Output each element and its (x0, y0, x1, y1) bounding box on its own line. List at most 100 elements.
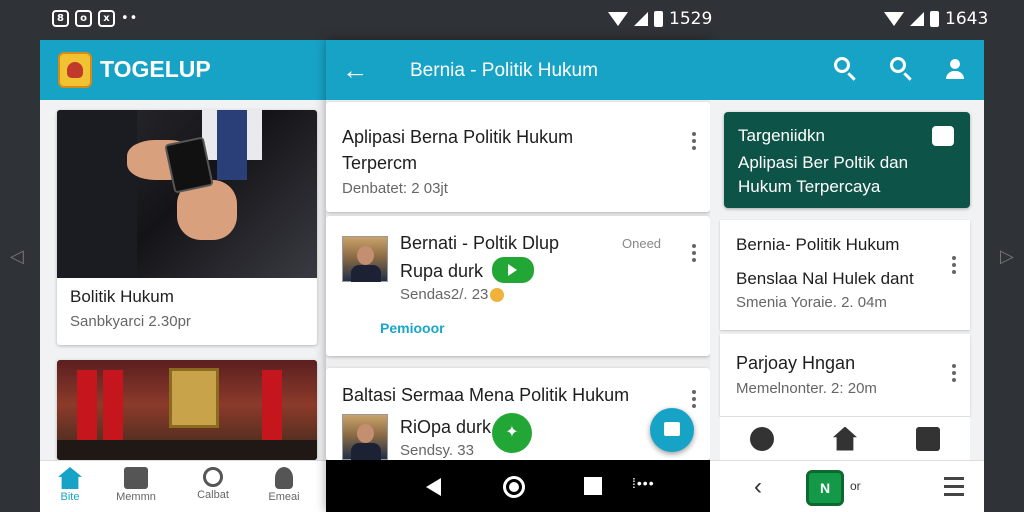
thumbnail (342, 236, 388, 282)
nav-item-account[interactable]: Emeai (254, 465, 314, 503)
notification-dots: •• (121, 11, 139, 26)
chevron-right-icon[interactable]: ▷ (1000, 246, 1014, 267)
play-icon (508, 264, 517, 276)
sparkle-button[interactable]: ✦ (492, 413, 532, 453)
nav-item-news[interactable]: Memmn (106, 465, 166, 503)
bottom-label: or (850, 479, 861, 493)
app-logo-icon[interactable]: N (806, 470, 844, 506)
person-icon (275, 467, 293, 489)
home-icon[interactable] (832, 426, 857, 451)
nav-label: Emeai (268, 491, 300, 503)
thumbnail (342, 414, 388, 460)
card-subtitle: Sanbkyarci 2.30pr (70, 313, 191, 330)
list-item[interactable]: Aplipasi Berna Politik Hukum Terpercm De… (326, 102, 710, 212)
back-arrow-icon[interactable]: ← (342, 55, 368, 86)
app-bar: TOGELUP (40, 40, 326, 100)
nav-label: Calbat (197, 489, 229, 501)
badge-icon (932, 126, 954, 146)
wifi-icon (608, 12, 628, 26)
brand-name: TOGELUP (100, 56, 211, 82)
person-icon[interactable] (942, 55, 968, 83)
search-icon[interactable] (832, 55, 858, 83)
more-vertical-icon[interactable] (952, 364, 956, 385)
more-vertical-icon[interactable] (692, 244, 696, 265)
system-recents-icon[interactable] (584, 477, 602, 495)
item-title: Aplipasi Berna Politik Hukum (342, 127, 574, 147)
more-vertical-icon[interactable] (692, 390, 696, 411)
action-bar (720, 416, 970, 460)
chevron-left-icon[interactable]: ◁ (10, 246, 24, 267)
system-navigation-bar: ⁞••• (326, 460, 710, 512)
hamburger-menu-icon[interactable] (944, 477, 964, 501)
list-item[interactable]: Bernia- Politik Hukum Benslaa Nal Hulek … (720, 220, 970, 330)
page-title: Bernia - Politik Hukum (410, 60, 598, 81)
status-middle: 1529 (608, 9, 712, 29)
chat-icon (664, 422, 680, 436)
item-title: Bernia- Politik Hukum (736, 235, 900, 254)
item-subtitle: Memelnonter. 2: 20m (736, 380, 877, 397)
banner-line: Aplipasi Ber Poltik dan (738, 153, 909, 172)
home-icon (58, 467, 82, 489)
news-card[interactable] (57, 360, 317, 460)
item-title: Parjoay Hngan (736, 353, 856, 373)
system-home-icon[interactable] (503, 476, 525, 498)
status-time-middle: 1529 (669, 9, 713, 29)
chat-fab-button[interactable] (650, 408, 694, 452)
card-title: Bolitik Hukum (70, 287, 174, 306)
news-photo (57, 110, 317, 278)
list-item[interactable]: Baltasi Sermaa Mena Politik Hukum RiOpa … (326, 368, 710, 460)
status-time-right: 1643 (945, 9, 989, 29)
brand-logo-icon (58, 52, 92, 88)
battery-icon (654, 11, 663, 27)
banner-title: Targeniidkn (738, 126, 825, 145)
item-link[interactable]: Pemiooor (380, 320, 445, 336)
home-screen-panel: TOGELUP Bolitik Hukum Sanbkyarci 2.30pr … (40, 40, 326, 512)
item-title-line2: Benslaa Nal Hulek dant (736, 269, 914, 288)
search-icon[interactable] (888, 55, 914, 83)
app-bar: ← Bernia - Politik Hukum (326, 40, 710, 100)
archive-icon[interactable] (916, 426, 941, 451)
item-title: Bernati - Poltik Dlup (400, 233, 560, 253)
item-title-line2: Terpercm (342, 153, 418, 173)
item-title: Baltasi Sermaa Mena Politik Hukum (342, 385, 630, 405)
play-button[interactable] (492, 257, 534, 283)
chevron-left-icon[interactable]: ‹ (754, 473, 762, 501)
item-title-line2: Rupa durk (400, 261, 484, 281)
item-subtitle: Sendas2/. 23 (400, 286, 489, 303)
signal-icon (910, 12, 924, 26)
nav-item-home[interactable]: Bite (40, 465, 100, 503)
category-screen-panel: ← Bernia - Politik Hukum Aplipasi Berna … (326, 40, 710, 512)
item-subtitle: Sendsy. 33 (400, 442, 474, 459)
nav-item-search[interactable]: Calbat (183, 465, 243, 501)
app-notification-icon: x (98, 10, 115, 27)
featured-banner[interactable]: Targeniidkn Aplipasi Ber Poltik dan Huku… (724, 112, 970, 208)
detail-screen-panel: Targeniidkn Aplipasi Ber Poltik dan Huku… (710, 40, 984, 512)
status-left-icons: 8 o x •• (52, 10, 138, 27)
list-item[interactable]: Bernati - Poltik Dlup Rupa durk Sendas2/… (326, 216, 710, 356)
item-title-line2: RiOpa durk (400, 417, 492, 437)
news-card[interactable]: Bolitik Hukum Sanbkyarci 2.30pr (57, 110, 317, 345)
status-right: 1643 (884, 9, 988, 29)
app-bar (710, 40, 984, 100)
banner-line: Hukum Terpercaya (738, 177, 881, 196)
more-horizontal-icon[interactable]: ⁞••• (632, 475, 655, 491)
more-vertical-icon[interactable] (952, 256, 956, 277)
system-back-icon[interactable] (426, 478, 441, 496)
nav-label: Memmn (116, 491, 156, 503)
lock-icon: 8 (52, 10, 69, 27)
nav-label: Bite (60, 491, 80, 503)
bottom-navigation: Bite Memmn Calbat Emeai (40, 460, 326, 512)
search-icon (203, 467, 223, 487)
more-vertical-icon[interactable] (692, 132, 696, 153)
list-item[interactable]: Parjoay Hngan Memelnonter. 2: 20m (720, 334, 970, 416)
camera-icon: o (75, 10, 92, 27)
coin-icon (490, 288, 504, 302)
item-subtitle: Smenia Yoraie. 2. 04m (736, 294, 887, 311)
signal-icon (634, 12, 648, 26)
news-photo (57, 360, 317, 460)
item-badge: Oneed (622, 236, 662, 251)
globe-icon[interactable] (749, 426, 774, 451)
status-bar: 8 o x •• 1529 1643 (0, 0, 1024, 40)
wifi-icon (884, 12, 904, 26)
battery-icon (930, 11, 939, 27)
